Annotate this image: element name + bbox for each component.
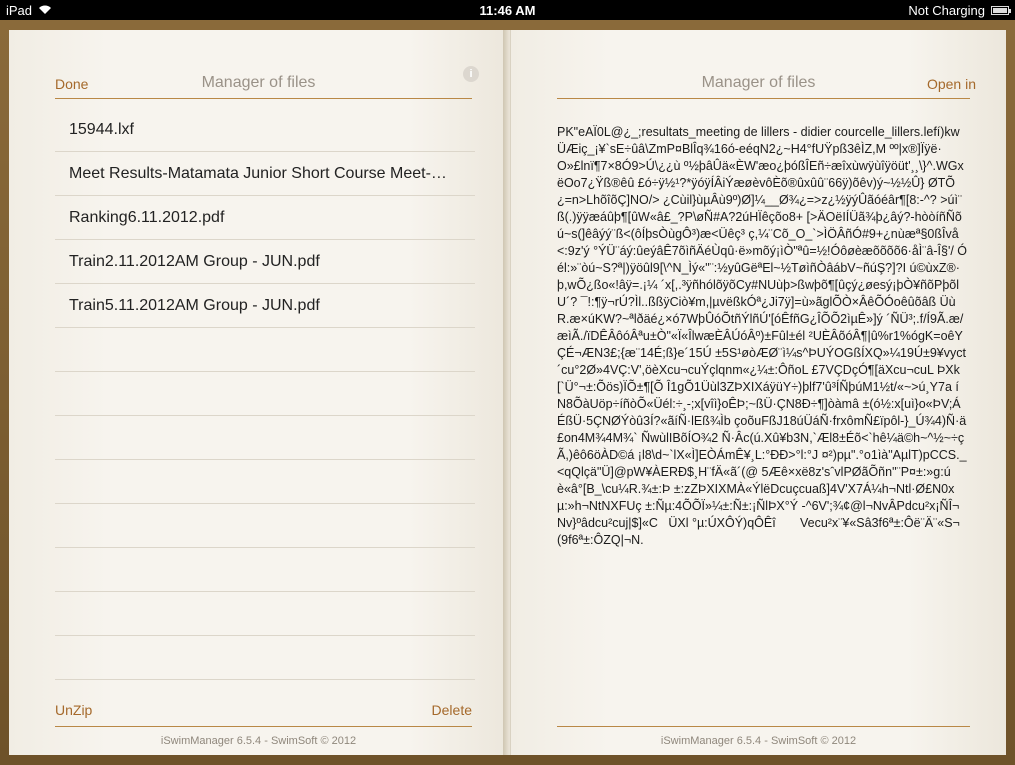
- right-page: Manager of files Open in PK"eAÏ0L@¿_;res…: [510, 30, 1006, 755]
- battery-icon: [991, 6, 1011, 15]
- file-item[interactable]: Meet Results-Matamata Junior Short Cours…: [55, 152, 475, 196]
- file-list: 15944.lxf Meet Results-Matamata Junior S…: [55, 108, 475, 680]
- left-footer-text: iSwimManager 6.5.4 - SwimSoft © 2012: [160, 735, 357, 747]
- left-page-title: Manager of files: [201, 74, 316, 91]
- empty-row: [55, 548, 475, 592]
- empty-row: [55, 592, 475, 636]
- file-item[interactable]: Train2.11.2012AM Group - JUN.pdf: [55, 240, 475, 284]
- file-item[interactable]: Train5.11.2012AM Group - JUN.pdf: [55, 284, 475, 328]
- empty-row: [55, 416, 475, 460]
- battery-status: Not Charging: [908, 3, 985, 18]
- footer-divider: [55, 726, 472, 727]
- right-header: Manager of files Open in: [511, 30, 1006, 98]
- info-icon[interactable]: i: [463, 66, 479, 82]
- file-preview[interactable]: PK"eAÏ0L@¿_;resultats_meeting de lillers…: [557, 124, 967, 712]
- file-item[interactable]: Ranking6.11.2012.pdf: [55, 196, 475, 240]
- file-item[interactable]: 15944.lxf: [55, 108, 475, 152]
- empty-row: [55, 636, 475, 680]
- open-in-button[interactable]: Open in: [927, 76, 976, 92]
- footer-divider: [557, 726, 970, 727]
- delete-button[interactable]: Delete: [432, 702, 472, 718]
- unzip-button[interactable]: UnZip: [55, 702, 92, 718]
- empty-row: [55, 504, 475, 548]
- header-divider: [55, 98, 472, 99]
- left-header: Done Manager of files i: [9, 30, 508, 98]
- header-divider: [557, 98, 970, 99]
- empty-row: [55, 328, 475, 372]
- left-page: Done Manager of files i 15944.lxf Meet R…: [9, 30, 509, 755]
- status-bar: iPad 11:46 AM Not Charging: [0, 0, 1015, 20]
- book-view: Done Manager of files i 15944.lxf Meet R…: [0, 20, 1015, 765]
- empty-row: [55, 372, 475, 416]
- empty-row: [55, 460, 475, 504]
- clock: 11:46 AM: [479, 3, 536, 18]
- right-footer-text: iSwimManager 6.5.4 - SwimSoft © 2012: [660, 735, 857, 747]
